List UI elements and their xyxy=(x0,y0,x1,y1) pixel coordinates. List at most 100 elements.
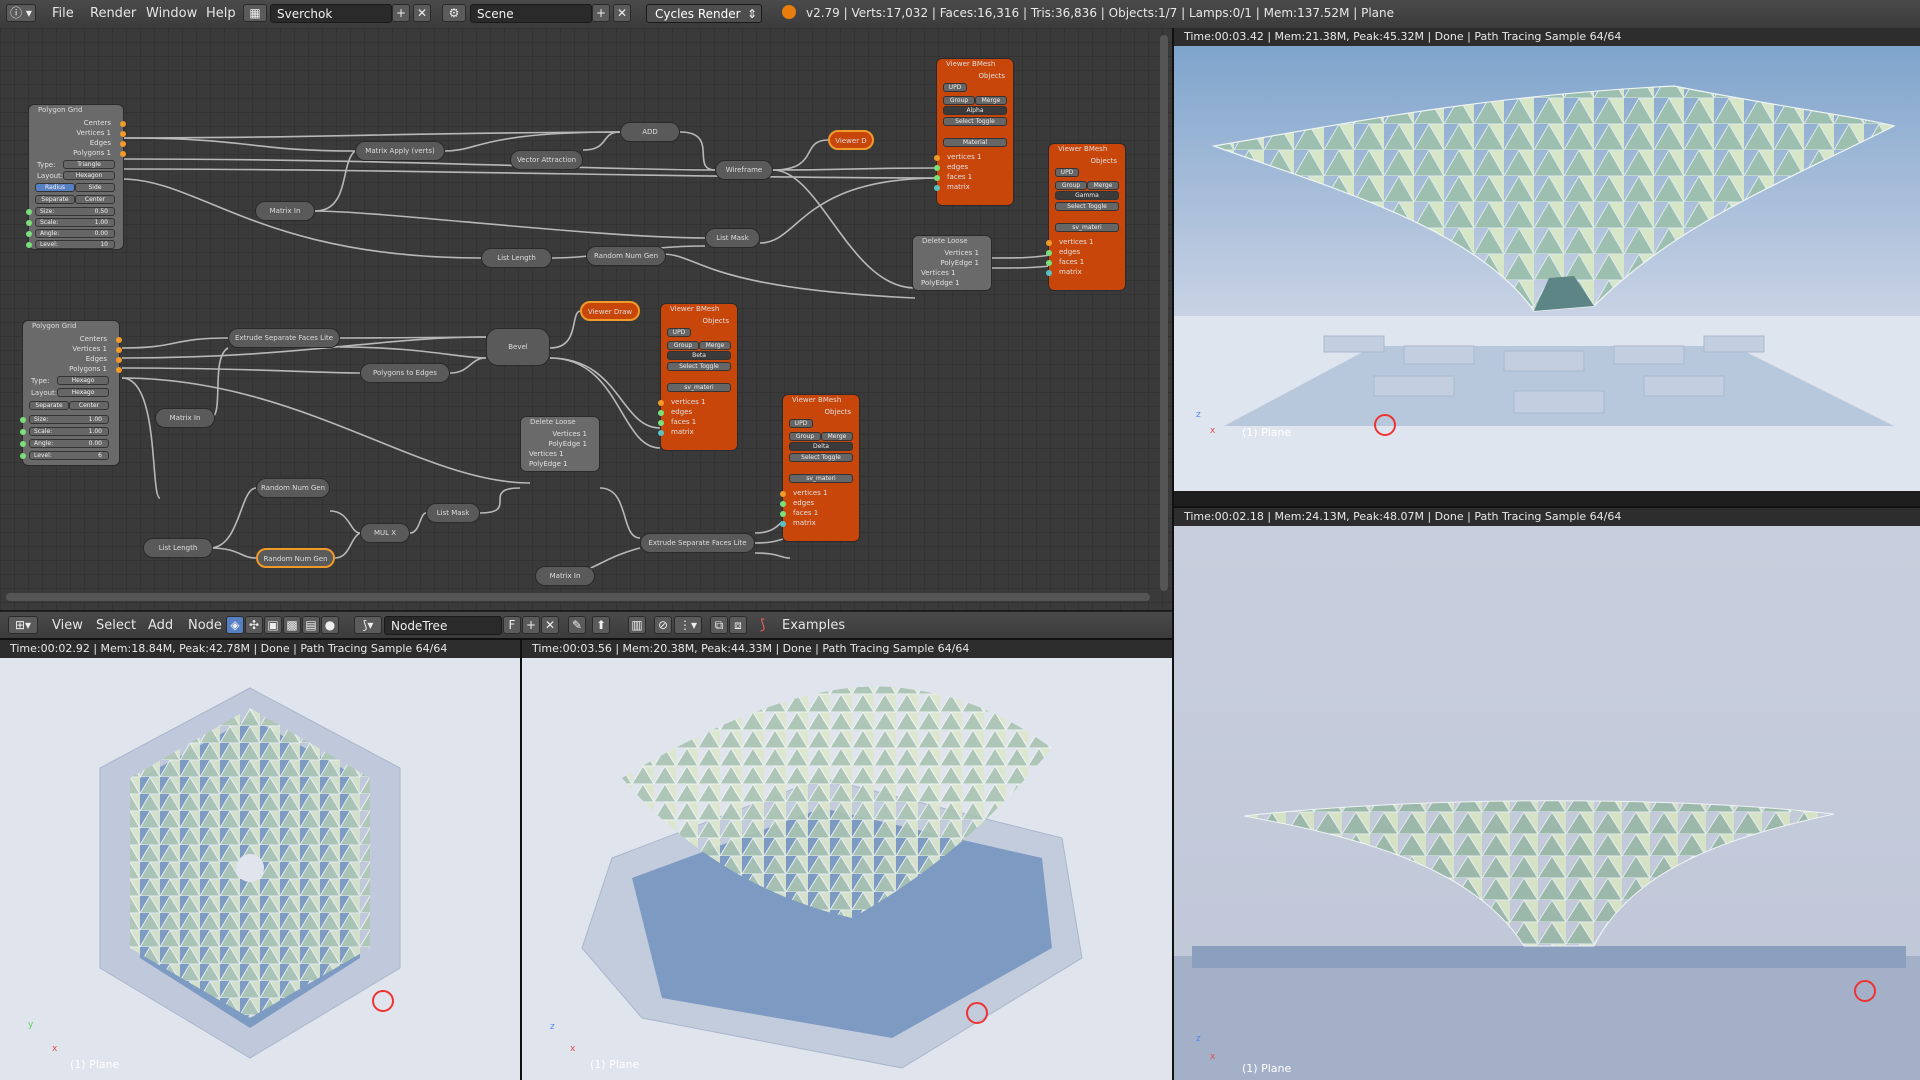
level-field[interactable]: Level: 10 xyxy=(35,240,115,249)
group-button[interactable]: Group xyxy=(667,341,699,350)
angle-field[interactable]: Angle: 0.00 xyxy=(29,439,109,448)
sverchok-tree-icon[interactable]: ⟆▾ xyxy=(354,616,382,634)
menu-node[interactable]: Node xyxy=(188,618,222,633)
screen-layout-grid-icon[interactable]: ▦ xyxy=(243,4,267,22)
socket[interactable] xyxy=(116,367,122,373)
socket[interactable] xyxy=(780,501,786,507)
socket[interactable] xyxy=(780,511,786,517)
list-length-node-1[interactable]: List Length xyxy=(481,248,552,268)
side-toggle[interactable]: Side xyxy=(75,183,115,192)
vector-attraction-node[interactable]: Vector Attraction xyxy=(510,150,583,170)
polygons-to-edges-node[interactable]: Polygons to Edges xyxy=(360,363,450,383)
random-num-gen-node-3[interactable]: Random Num Gen xyxy=(256,548,335,568)
screen-layout-field[interactable]: Sverchok xyxy=(270,4,392,23)
scene-field[interactable]: Scene xyxy=(470,4,592,23)
group-button[interactable]: Group xyxy=(1055,181,1087,190)
shader-tree-icon[interactable]: ◈ xyxy=(226,616,244,634)
menu-help[interactable]: Help xyxy=(206,6,236,21)
node-tree-name-field[interactable]: NodeTree xyxy=(384,616,502,635)
fake-user-button[interactable]: F xyxy=(503,616,521,634)
copy-icon[interactable]: ⧉ xyxy=(710,616,728,634)
socket[interactable] xyxy=(20,417,26,423)
upd-toggle[interactable]: UPD xyxy=(1055,168,1079,177)
socket[interactable] xyxy=(26,209,32,215)
object-tree-icon[interactable]: ✣ xyxy=(245,616,263,634)
socket[interactable] xyxy=(116,347,122,353)
snap-mode-icon[interactable]: ⋮▾ xyxy=(674,616,702,634)
area-divider-horizontal-left[interactable] xyxy=(0,638,1172,640)
material-field[interactable]: sv_materi xyxy=(1055,223,1119,232)
area-divider-vertical[interactable] xyxy=(1172,28,1174,1080)
viewer-bmesh-node-delta[interactable]: Viewer BMesh Objects UPD Group Merge Del… xyxy=(780,394,860,542)
node-editor-scrollbar-horizontal[interactable] xyxy=(6,593,1150,601)
node-editor-canvas[interactable]: Polygon Grid Centers Vertices 1 Edges Po… xyxy=(0,28,1172,610)
socket[interactable] xyxy=(1046,260,1052,266)
material-field[interactable]: sv_materi xyxy=(789,474,853,483)
type-dropdown[interactable]: Hexago xyxy=(57,376,109,385)
render-engine-select[interactable]: Cycles Render ⇕ xyxy=(646,4,762,23)
layout-dropdown[interactable]: Hexagon xyxy=(63,171,115,180)
socket[interactable] xyxy=(120,151,126,157)
socket[interactable] xyxy=(658,430,664,436)
polygon-grid-node-1[interactable]: Polygon Grid Centers Vertices 1 Edges Po… xyxy=(26,104,126,250)
texture-tree-icon[interactable]: ▩ xyxy=(283,616,301,634)
matrix-apply-node[interactable]: Matrix Apply (verts) xyxy=(355,141,445,161)
object-name-field[interactable]: Gamma xyxy=(1055,191,1119,200)
select-toggle-button[interactable]: Select Toggle xyxy=(789,453,853,462)
unlink-tree-icon[interactable]: ✕ xyxy=(541,616,559,634)
matrix-in-node-1[interactable]: Matrix In xyxy=(255,201,315,221)
list-mask-node-2[interactable]: List Mask xyxy=(426,503,480,523)
pin-icon[interactable]: ✎ xyxy=(568,616,586,634)
separate-toggle[interactable]: Separate xyxy=(29,401,69,410)
viewport-bottom-left[interactable]: Time:00:02.92 | Mem:18.84M, Peak:42.78M … xyxy=(0,640,520,1080)
upd-toggle[interactable]: UPD xyxy=(789,419,813,428)
socket[interactable] xyxy=(20,453,26,459)
socket[interactable] xyxy=(1046,240,1052,246)
add-node[interactable]: ADD xyxy=(620,122,680,142)
list-length-node-2[interactable]: List Length xyxy=(143,538,213,558)
socket[interactable] xyxy=(934,165,940,171)
socket[interactable] xyxy=(780,491,786,497)
viewport-bottom-right[interactable]: Time:00:02.18 | Mem:24.13M, Peak:48.07M … xyxy=(1174,508,1920,1080)
menu-view[interactable]: View xyxy=(52,618,83,633)
area-divider-vertical-bottom[interactable] xyxy=(520,640,522,1080)
node-editor-scrollbar-vertical[interactable] xyxy=(1160,35,1168,591)
socket[interactable] xyxy=(20,441,26,447)
matrix-in-node-3[interactable]: Matrix In xyxy=(535,566,595,586)
menu-render[interactable]: Render xyxy=(90,6,136,21)
info-editor-type-button[interactable]: ⓘ ▾ xyxy=(6,4,36,22)
center-toggle[interactable]: Center xyxy=(69,401,109,410)
object-name-field[interactable]: Beta xyxy=(667,351,731,360)
random-num-gen-node-2[interactable]: Random Num Gen xyxy=(256,478,330,498)
add-scene-icon[interactable]: + xyxy=(592,4,610,22)
layout-dropdown[interactable]: Hexago xyxy=(57,388,109,397)
socket[interactable] xyxy=(934,155,940,161)
socket[interactable] xyxy=(120,131,126,137)
socket[interactable] xyxy=(120,121,126,127)
viewer-bmesh-node-beta[interactable]: Viewer BMesh Objects UPD Group Merge Bet… xyxy=(658,303,738,451)
render-layer-icon[interactable]: ▤ xyxy=(302,616,320,634)
sphere-icon[interactable]: ● xyxy=(321,616,339,634)
backdrop-icon[interactable]: ▥ xyxy=(628,616,646,634)
select-toggle-button[interactable]: Select Toggle xyxy=(943,117,1007,126)
radius-toggle[interactable]: Radius xyxy=(35,183,75,192)
scene-icon[interactable]: ⚙ xyxy=(442,4,466,22)
select-toggle-button[interactable]: Select Toggle xyxy=(1055,202,1119,211)
socket[interactable] xyxy=(658,420,664,426)
object-name-field[interactable]: Delta xyxy=(789,442,853,451)
merge-button[interactable]: Merge xyxy=(821,432,853,441)
compositor-tree-icon[interactable]: ▣ xyxy=(264,616,282,634)
upd-toggle[interactable]: UPD xyxy=(667,328,691,337)
socket[interactable] xyxy=(1046,270,1052,276)
select-toggle-button[interactable]: Select Toggle xyxy=(667,362,731,371)
socket[interactable] xyxy=(20,429,26,435)
group-button[interactable]: Group xyxy=(789,432,821,441)
viewer-draw-node-2[interactable]: Viewer Draw xyxy=(580,301,640,321)
delete-scene-icon[interactable]: ✕ xyxy=(613,4,631,22)
socket[interactable] xyxy=(658,410,664,416)
material-field[interactable]: sv_materi xyxy=(667,383,731,392)
socket[interactable] xyxy=(120,141,126,147)
bevel-node[interactable]: Bevel xyxy=(486,328,550,366)
socket[interactable] xyxy=(116,337,122,343)
scale-field[interactable]: Scale: 1.00 xyxy=(35,218,115,227)
